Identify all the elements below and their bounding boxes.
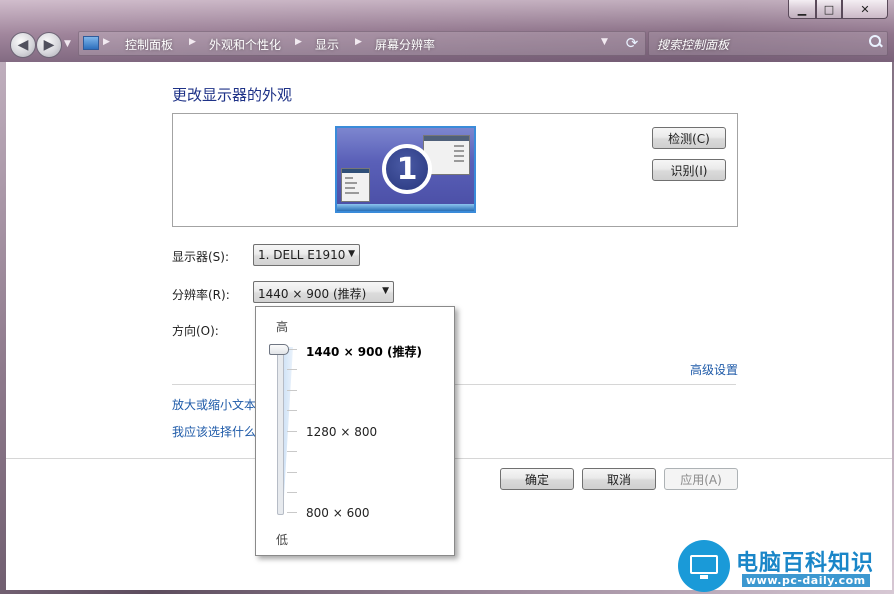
slider-tick	[287, 512, 297, 513]
resolution-label: 分辨率(R):	[172, 288, 230, 302]
arrow-left-icon: ◀	[17, 37, 29, 53]
breadcrumb-screen-resolution[interactable]: 屏幕分辨率	[375, 36, 435, 53]
slider-tick	[287, 410, 297, 411]
refresh-icon[interactable]: ⟳	[623, 34, 641, 52]
window-title-bar: ▁ □ ✕ ◀ ▶ ▼ ▶ 控制面板 ▶ 外观和个性化 ▶ 显示 ▶ 屏幕分辨率…	[0, 0, 894, 62]
cancel-button[interactable]: 取消	[582, 468, 656, 490]
apply-button[interactable]: 应用(A)	[664, 468, 738, 490]
slider-tick	[287, 492, 297, 493]
resolution-option-1440x900[interactable]: 1440 × 900 (推荐)	[306, 343, 422, 360]
slider-tick	[287, 472, 297, 473]
breadcrumb-control-panel[interactable]: 控制面板	[125, 36, 173, 53]
address-dropdown-icon[interactable]: ▼	[601, 37, 608, 47]
slider-high-label: 高	[276, 320, 289, 334]
chevron-right-icon[interactable]: ▶	[355, 37, 362, 47]
close-button[interactable]: ✕	[842, 0, 888, 19]
breadcrumb-display[interactable]: 显示	[315, 36, 339, 53]
search-input[interactable]: 搜索控制面板	[657, 36, 729, 53]
mini-window-icon	[341, 168, 370, 202]
monitor-1-tile[interactable]: 1	[335, 126, 476, 213]
watermark-logo-icon	[678, 540, 730, 592]
page-title: 更改显示器的外观	[172, 86, 293, 104]
help-link[interactable]: 我应该选择什么	[172, 423, 256, 440]
search-box[interactable]: 搜索控制面板	[648, 31, 888, 56]
slider-tick	[287, 369, 297, 370]
slider-tick	[287, 451, 297, 452]
recent-pages-dropdown[interactable]: ▼	[64, 39, 71, 49]
chevron-down-icon: ▼	[348, 249, 355, 259]
resolution-select[interactable]: 1440 × 900 (推荐) ▼	[253, 281, 394, 303]
ok-button[interactable]: 确定	[500, 468, 574, 490]
resolution-slider-thumb[interactable]	[269, 344, 289, 355]
maximize-button[interactable]: □	[816, 0, 842, 19]
watermark-url: www.pc-daily.com	[742, 574, 870, 587]
orientation-label: 方向(O):	[172, 324, 219, 338]
display-select[interactable]: 1. DELL E1910 ▼	[253, 244, 360, 266]
minimize-button[interactable]: ▁	[788, 0, 816, 19]
resolution-slider-track[interactable]	[277, 345, 284, 515]
detect-button[interactable]: 检测(C)	[652, 127, 726, 149]
zoom-text-link[interactable]: 放大或缩小文本	[172, 396, 256, 413]
forward-button[interactable]: ▶	[36, 32, 62, 58]
resolution-option-1280x800[interactable]: 1280 × 800	[306, 425, 377, 439]
chevron-right-icon[interactable]: ▶	[295, 37, 302, 47]
address-bar[interactable]: ▶ 控制面板 ▶ 外观和个性化 ▶ 显示 ▶ 屏幕分辨率 ▼ ⟳	[78, 31, 646, 56]
mini-taskbar	[337, 204, 474, 211]
slider-low-label: 低	[276, 533, 289, 547]
resolution-dropdown-panel: 高 1440 × 900 (推荐) 1280 × 800 800 × 600 低	[255, 306, 455, 556]
chevron-right-icon[interactable]: ▶	[189, 37, 196, 47]
control-panel-icon	[83, 36, 99, 50]
display-select-value: 1. DELL E1910	[258, 248, 346, 262]
resolution-option-800x600[interactable]: 800 × 600	[306, 506, 370, 520]
identify-button[interactable]: 识别(I)	[652, 159, 726, 181]
caption-buttons: ▁ □ ✕	[788, 0, 888, 19]
display-label: 显示器(S):	[172, 250, 230, 264]
advanced-settings-link[interactable]: 高级设置	[690, 361, 738, 378]
chevron-down-icon: ▼	[382, 286, 389, 296]
resolution-select-value: 1440 × 900 (推荐)	[258, 287, 367, 301]
slider-tick	[287, 390, 297, 391]
monitor-preview-area: 1 检测(C) 识别(I)	[172, 113, 738, 227]
search-icon[interactable]	[869, 35, 883, 49]
breadcrumb-appearance[interactable]: 外观和个性化	[209, 36, 281, 53]
watermark: 电脑百科知识 www.pc-daily.com	[678, 540, 892, 592]
slider-fill	[283, 347, 293, 513]
watermark-title: 电脑百科知识	[736, 551, 875, 576]
arrow-right-icon: ▶	[43, 37, 55, 53]
back-button[interactable]: ◀	[10, 32, 36, 58]
monitor-number: 1	[382, 144, 432, 194]
slider-tick	[287, 431, 297, 432]
chevron-right-icon[interactable]: ▶	[103, 37, 110, 47]
